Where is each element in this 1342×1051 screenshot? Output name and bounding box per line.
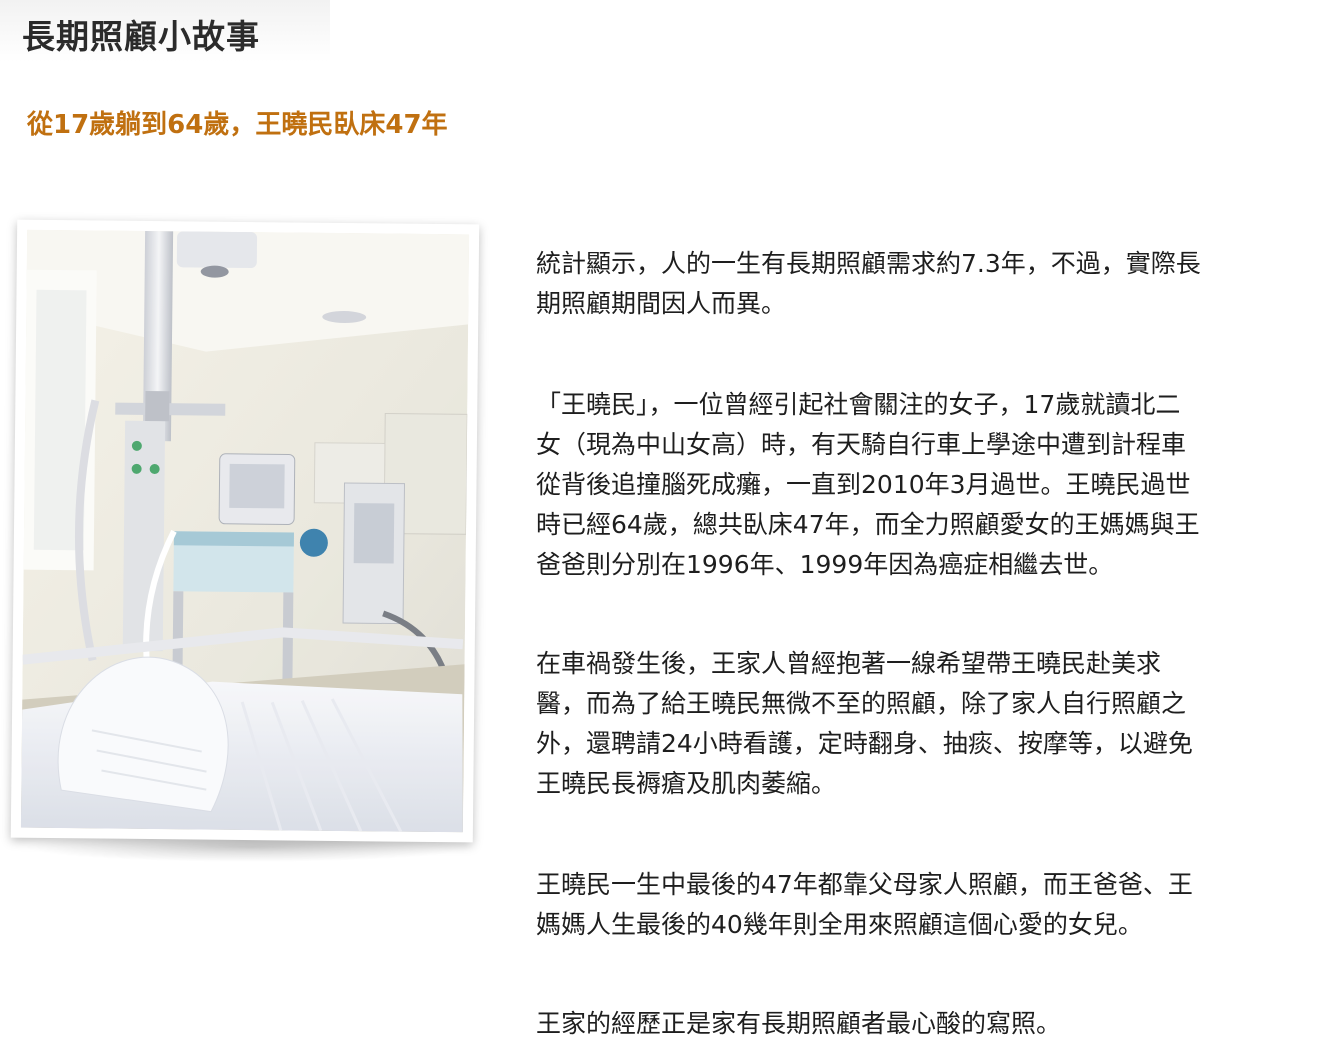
- paragraph-line: 王曉民一生中最後的47年都靠父母家人照顧，而王爸爸、王: [536, 870, 1193, 899]
- article-subtitle: 從17歲躺到64歲，王曉民臥床47年: [27, 110, 448, 140]
- paragraph-family: 王曉民一生中最後的47年都靠父母家人照顧，而王爸爸、王 媽媽人生最後的40幾年則…: [536, 865, 1193, 945]
- paragraph-line: 期照顧期間因人而異。: [536, 289, 787, 318]
- paragraph-line: 「王曉民」，一位曾經引起社會關注的女子，17歲就讀北二: [536, 390, 1181, 419]
- paragraph-line: 醫，而為了給王曉民無微不至的照顧，除了家人自行照顧之: [536, 689, 1187, 718]
- hospital-room-illustration: [20, 229, 470, 833]
- photo-container: [10, 219, 480, 862]
- paragraph-line: 媽媽人生最後的40幾年則全用來照顧這個心愛的女兒。: [536, 910, 1143, 939]
- paragraph-line: 王曉民長褥瘡及肌肉萎縮。: [536, 769, 837, 798]
- paragraph-line: 女（現為中山女高）時，有天騎自行車上學途中遭到計程車: [536, 430, 1187, 459]
- paragraph-conclusion: 王家的經歷正是家有長期照顧者最心酸的寫照。: [536, 1004, 1061, 1044]
- page-title: 長期照顧小故事: [22, 17, 260, 56]
- hospital-room-photo: [10, 219, 480, 843]
- paragraph-line: 外，還聘請24小時看護，定時翻身、抽痰、按摩等，以避免: [536, 729, 1193, 758]
- paragraph-line: 在車禍發生後，王家人曾經抱著一線希望帶王曉民赴美求: [536, 649, 1162, 678]
- paragraph-care: 在車禍發生後，王家人曾經抱著一線希望帶王曉民赴美求 醫，而為了給王曉民無微不至的…: [536, 644, 1193, 804]
- paragraph-line: 王家的經歷正是家有長期照顧者最心酸的寫照。: [536, 1009, 1062, 1038]
- paragraph-line: 從背後追撞腦死成癱，一直到2010年3月過世。王曉民過世: [536, 470, 1191, 499]
- paragraph-line: 統計顯示，人的一生有長期照顧需求約7.3年，不過，實際長: [536, 249, 1201, 278]
- paragraph-line: 爸爸則分別在1996年、1999年因為癌症相繼去世。: [536, 550, 1114, 579]
- paragraph-story: 「王曉民」，一位曾經引起社會關注的女子，17歲就讀北二 女（現為中山女高）時，有…: [536, 385, 1200, 585]
- paragraph-line: 時已經64歲，總共臥床47年，而全力照顧愛女的王媽媽與王: [536, 510, 1200, 539]
- paragraph-statistics: 統計顯示，人的一生有長期照顧需求約7.3年，不過，實際長 期照顧期間因人而異。: [536, 244, 1201, 324]
